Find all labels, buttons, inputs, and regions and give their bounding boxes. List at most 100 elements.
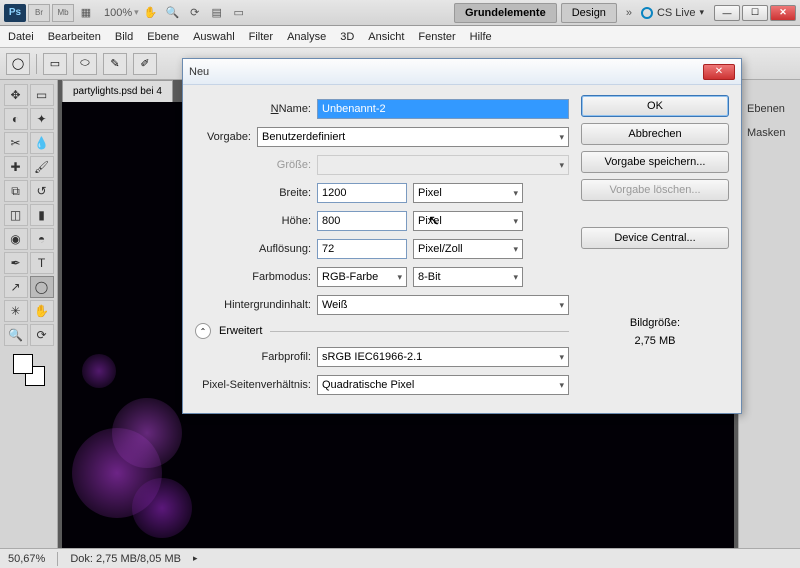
delete-preset-button: Vorgabe löschen... (581, 179, 729, 201)
hand-icon[interactable]: ✋ (141, 4, 161, 22)
bridge-button[interactable]: Br (28, 4, 50, 22)
color-swatches[interactable] (13, 354, 45, 386)
foreground-color[interactable] (13, 354, 33, 374)
menu-bar: Datei Bearbeiten Bild Ebene Auswahl Filt… (0, 26, 800, 48)
width-unit-combo[interactable]: Pixel (413, 183, 523, 203)
bgcontent-label: Hintergrundinhalt: (195, 299, 311, 311)
cancel-button[interactable]: Abbrechen (581, 123, 729, 145)
document-tab[interactable]: partylights.psd bei 4 (62, 80, 173, 102)
width-field[interactable] (317, 183, 407, 203)
menu-ebene[interactable]: Ebene (147, 31, 179, 43)
menu-3d[interactable]: 3D (340, 31, 354, 43)
panel-masks[interactable]: Masken (739, 124, 794, 142)
screen-icon[interactable]: ▭ (229, 4, 249, 22)
menu-auswahl[interactable]: Auswahl (193, 31, 235, 43)
eraser-tool[interactable]: ◫ (4, 204, 28, 226)
move-tool[interactable]: ✥ (4, 84, 28, 106)
resolution-field[interactable] (317, 239, 407, 259)
colorprofile-combo[interactable]: sRGB IEC61966-2.1 (317, 347, 569, 367)
blur-tool[interactable]: ◉ (4, 228, 28, 250)
tool-palette: ✥▭ ◐✦ ✂💧 ✚🖌 ⧉↺ ◫▮ ◉◓ ✒T ↗◯ ✳✋ 🔍⟳ (0, 80, 58, 548)
advanced-toggle[interactable]: ⌃ (195, 323, 211, 339)
bitdepth-combo[interactable]: 8-Bit (413, 267, 523, 287)
rotate-icon[interactable]: ⟳ (185, 4, 205, 22)
dialog-title: Neu (189, 66, 703, 78)
status-bar: 50,67% Dok: 2,75 MB/8,05 MB ▸ (0, 548, 800, 568)
option-pen-icon[interactable]: ✎ (103, 53, 127, 75)
minimize-button[interactable]: — (714, 5, 740, 21)
name-field[interactable] (317, 99, 569, 119)
bgcontent-combo[interactable]: Weiß (317, 295, 569, 315)
dialog-close-button[interactable]: ✕ (703, 64, 735, 80)
zoom-icon[interactable]: 🔍 (163, 4, 183, 22)
shape-tool[interactable]: ◯ (30, 276, 54, 298)
marquee-tool[interactable]: ▭ (30, 84, 54, 106)
size-label: Größe: (195, 159, 311, 171)
menu-filter[interactable]: Filter (249, 31, 273, 43)
current-tool-indicator[interactable]: ◯ (6, 53, 30, 75)
maximize-button[interactable]: ☐ (742, 5, 768, 21)
height-unit-combo[interactable]: Pixel (413, 211, 523, 231)
imagesize-label: Bildgröße: (581, 315, 729, 333)
more-workspaces-icon[interactable]: » (619, 4, 639, 22)
workspace-design[interactable]: Design (561, 3, 617, 23)
status-doc-size[interactable]: Dok: 2,75 MB/8,05 MB (70, 553, 181, 565)
save-preset-button[interactable]: Vorgabe speichern... (581, 151, 729, 173)
hand-tool[interactable]: ✋ (30, 300, 54, 322)
device-central-button[interactable]: Device Central... (581, 227, 729, 249)
menu-bild[interactable]: Bild (115, 31, 133, 43)
gradient-tool[interactable]: ▮ (30, 204, 54, 226)
menu-ansicht[interactable]: Ansicht (368, 31, 404, 43)
wand-tool[interactable]: ✦ (30, 108, 54, 130)
resolution-label: Auflösung: (195, 243, 311, 255)
stamp-tool[interactable]: ⧉ (4, 180, 28, 202)
eyedropper-tool[interactable]: 💧 (30, 132, 54, 154)
brush-tool[interactable]: 🖌 (30, 156, 54, 178)
preset-label: Vorgabe: (195, 131, 251, 143)
close-window-button[interactable]: ✕ (770, 5, 796, 21)
pixelaspect-combo[interactable]: Quadratische Pixel (317, 375, 569, 395)
app-zoom-label: 100% (104, 7, 132, 19)
new-document-dialog: Neu ✕ NName: Vorgabe: Benutzerdefiniert … (182, 58, 742, 414)
right-panel-dock: Ebenen Masken (738, 80, 800, 548)
menu-fenster[interactable]: Fenster (418, 31, 455, 43)
dialog-titlebar[interactable]: Neu ✕ (183, 59, 741, 85)
type-tool[interactable]: T (30, 252, 54, 274)
panel-layers[interactable]: Ebenen (739, 100, 793, 118)
dodge-tool[interactable]: ◓ (30, 228, 54, 250)
3d-tool[interactable]: ✳ (4, 300, 28, 322)
option-bounds-icon[interactable]: ▭ (43, 53, 67, 75)
minibridge-button[interactable]: Mb (52, 4, 74, 22)
menu-analyse[interactable]: Analyse (287, 31, 326, 43)
colormode-label: Farbmodus: (195, 271, 311, 283)
arrange-icon[interactable]: ▤ (207, 4, 227, 22)
rotate-view-tool[interactable]: ⟳ (30, 324, 54, 346)
workspace-essentials[interactable]: Grundelemente (454, 3, 557, 23)
size-combo (317, 155, 569, 175)
advanced-label: Erweitert (219, 325, 262, 337)
pen-tool[interactable]: ✒ (4, 252, 28, 274)
height-field[interactable] (317, 211, 407, 231)
zoom-tool[interactable]: 🔍 (4, 324, 28, 346)
screen-mode-icon[interactable]: ▦ (76, 4, 96, 22)
menu-bearbeiten[interactable]: Bearbeiten (48, 31, 101, 43)
lasso-tool[interactable]: ◐ (4, 108, 28, 130)
history-brush-tool[interactable]: ↺ (30, 180, 54, 202)
resolution-unit-combo[interactable]: Pixel/Zoll (413, 239, 523, 259)
ok-button[interactable]: OK (581, 95, 729, 117)
path-tool[interactable]: ↗ (4, 276, 28, 298)
option-brush-icon[interactable]: ✐ (133, 53, 157, 75)
preset-combo[interactable]: Benutzerdefiniert (257, 127, 569, 147)
app-title-bar: Ps Br Mb ▦ 100% ▾ ✋ 🔍 ⟳ ▤ ▭ Grundelement… (0, 0, 800, 26)
menu-hilfe[interactable]: Hilfe (470, 31, 492, 43)
photoshop-logo: Ps (4, 4, 26, 22)
option-shape-icon[interactable]: ⬭ (73, 53, 97, 75)
heal-tool[interactable]: ✚ (4, 156, 28, 178)
menu-datei[interactable]: Datei (8, 31, 34, 43)
pixelaspect-label: Pixel-Seitenverhältnis: (195, 379, 311, 391)
crop-tool[interactable]: ✂ (4, 132, 28, 154)
colormode-combo[interactable]: RGB-Farbe (317, 267, 407, 287)
status-zoom[interactable]: 50,67% (8, 553, 45, 565)
cslive-menu[interactable]: CS Live ▾ (641, 7, 704, 19)
width-label: Breite: (195, 187, 311, 199)
